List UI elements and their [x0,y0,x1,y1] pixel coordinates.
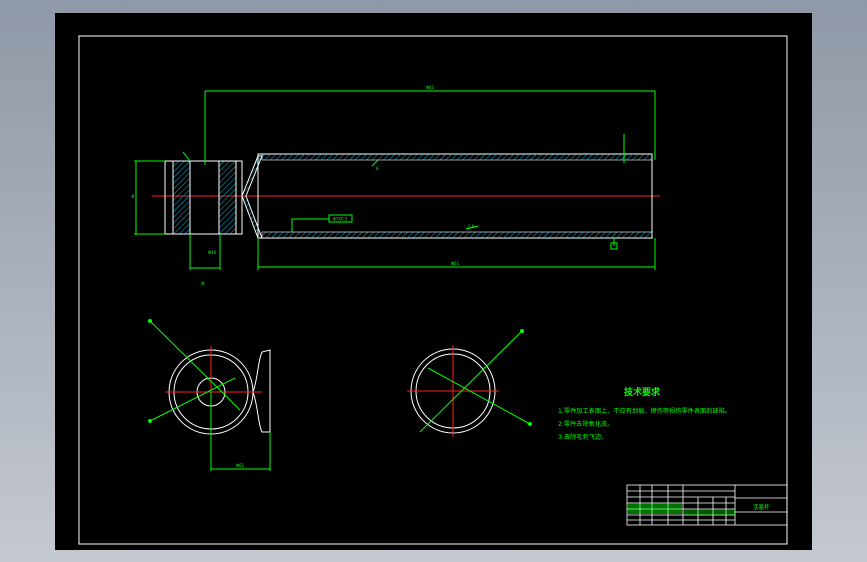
hatch-right [218,160,237,235]
hatch-left [172,160,191,235]
drawing-sheet [55,13,812,550]
tech-item-2: 2.零件去除氧化皮。 [558,420,613,428]
flange-width-dim: Φ [201,281,204,286]
view-offset-dim: Φ61 [236,463,245,468]
tube-wall-top [261,153,653,161]
tech-item-1: 1.零件加工表面上，不应有划痕、擦伤等损伤零件表面的缺陷。 [558,407,731,415]
tube-length-dim: Φ61 [451,261,460,266]
part-name: 活塞杆 [753,503,770,511]
cad-window: Φ61 Φ61 Φ Φ40 Φ Φ7X0.5 8 0.6 Φ61 技术要求 1.… [0,0,867,562]
tube-wall-bottom [261,231,653,239]
overall-length-dim: Φ61 [426,85,435,90]
flange-gap-dim: Φ40 [208,250,217,255]
tech-item-3: 3.去除毛刺飞边。 [558,433,607,441]
end-diameter-dim: Φ [131,194,134,199]
tech-title: 技术要求 [624,386,661,398]
bore-tag: Φ7X0.5 [333,217,348,222]
cad-drawing[interactable]: Φ61 Φ61 Φ Φ40 Φ Φ7X0.5 8 0.6 Φ61 技术要求 1.… [0,0,867,562]
wall-bottom-note: 0.6 [468,224,475,229]
